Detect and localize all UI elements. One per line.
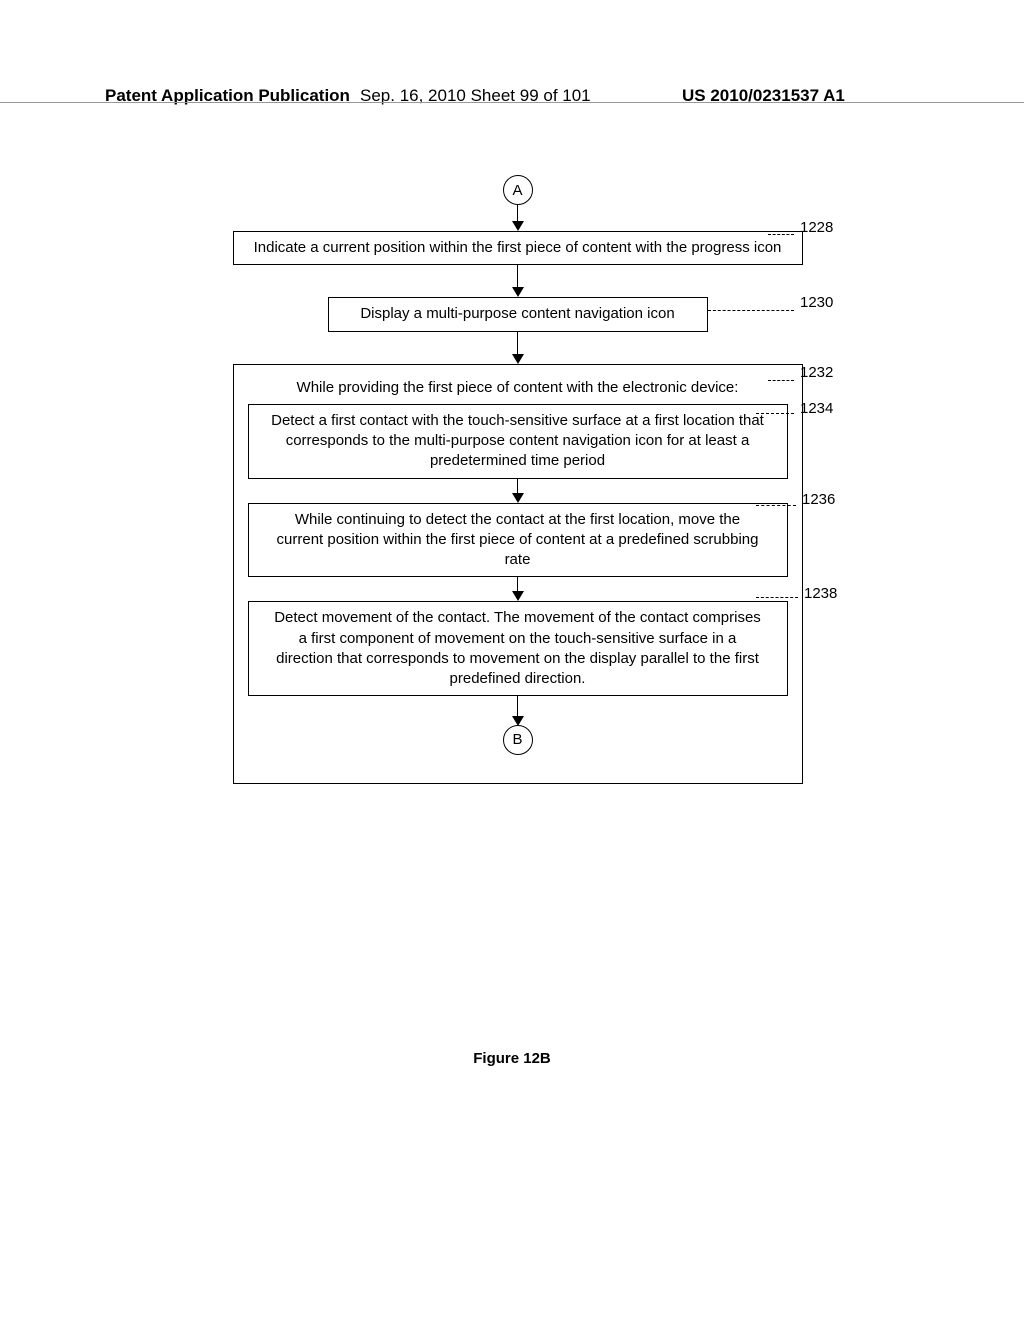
leader-line-icon [768, 234, 794, 235]
arrow-icon [200, 205, 835, 231]
leader-line-icon [708, 310, 794, 311]
publication-type: Patent Application Publication [105, 86, 350, 106]
step-1228: Indicate a current position within the f… [233, 231, 803, 265]
ref-1238: 1238 [804, 585, 837, 602]
ref-1228: 1228 [800, 219, 833, 236]
ref-1232: 1232 [800, 364, 833, 381]
step-1232-container: While providing the first piece of conte… [233, 364, 803, 785]
flowchart: A Indicate a current position within the… [200, 175, 835, 784]
arrow-icon [200, 265, 835, 297]
connector-a-label: A [512, 182, 522, 199]
step-1230: Display a multi-purpose content navigati… [328, 297, 708, 331]
date-sheet: Sep. 16, 2010 Sheet 99 of 101 [360, 86, 591, 106]
ref-1230: 1230 [800, 294, 833, 311]
arrow-icon [248, 696, 788, 726]
step-1228-text: Indicate a current position within the f… [254, 239, 782, 256]
arrow-icon [248, 479, 788, 503]
step-1238: Detect movement of the contact. The move… [248, 601, 788, 696]
step-1234-text: Detect a first contact with the touch-se… [271, 412, 764, 470]
figure-caption: Figure 12B [0, 1050, 1024, 1067]
step-1232-title: While providing the first piece of conte… [248, 378, 788, 398]
step-1238-text: Detect movement of the contact. The move… [274, 609, 761, 687]
connector-a: A [503, 175, 533, 205]
step-1230-text: Display a multi-purpose content navigati… [360, 305, 674, 322]
leader-line-icon [756, 413, 794, 414]
leader-line-icon [756, 597, 798, 598]
header-rule [0, 102, 1024, 103]
step-1236-text: While continuing to detect the contact a… [277, 511, 759, 569]
step-1236: While continuing to detect the contact a… [248, 503, 788, 578]
arrow-icon [248, 577, 788, 601]
ref-1236: 1236 [802, 491, 835, 508]
leader-line-icon [768, 380, 794, 381]
arrow-icon [200, 332, 835, 364]
connector-b-label: B [512, 730, 522, 750]
connector-b: B [503, 725, 533, 755]
leader-line-icon [756, 505, 796, 506]
step-1234: Detect a first contact with the touch-se… [248, 404, 788, 479]
publication-number: US 2010/0231537 A1 [682, 86, 845, 106]
ref-1234: 1234 [800, 400, 833, 417]
